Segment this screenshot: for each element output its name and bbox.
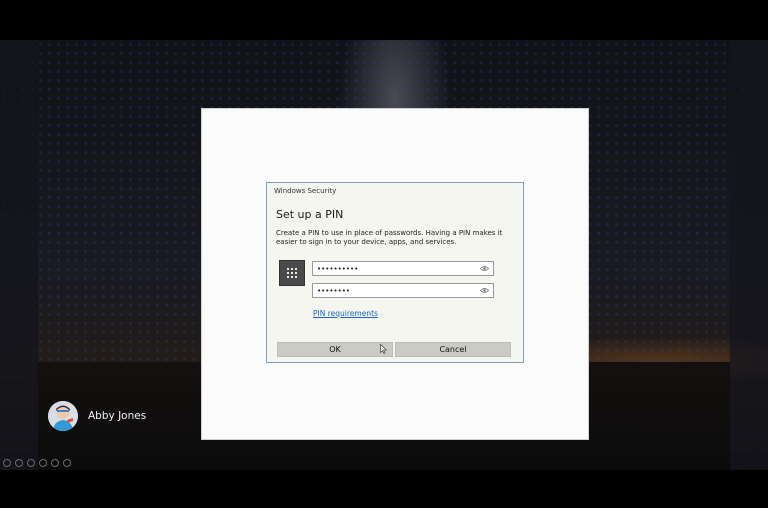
dialog-caption: Windows Security xyxy=(274,187,337,195)
eye-icon[interactable] xyxy=(480,287,489,294)
dialog-description: Create a PIN to use in place of password… xyxy=(276,229,503,246)
network-icon[interactable] xyxy=(15,459,23,467)
right-edge xyxy=(730,40,768,470)
ease-of-access-icon[interactable] xyxy=(39,459,47,467)
power-icon[interactable] xyxy=(27,459,35,467)
user-tile[interactable]: Abby Jones xyxy=(48,401,146,431)
new-pin-field[interactable] xyxy=(312,261,494,276)
lock-screen-tray xyxy=(3,459,71,467)
language-icon[interactable] xyxy=(51,459,59,467)
eye-icon[interactable] xyxy=(480,265,489,272)
mouse-cursor-icon xyxy=(380,344,387,354)
keypad-icon xyxy=(279,260,305,286)
letterbox-bottom xyxy=(0,470,768,508)
accessibility-icon[interactable] xyxy=(3,459,11,467)
confirm-pin-field[interactable] xyxy=(312,283,494,298)
left-edge xyxy=(0,40,38,470)
new-pin-input[interactable] xyxy=(317,263,477,274)
windows-security-dialog: Windows Security Set up a PIN Create a P… xyxy=(266,182,524,363)
settings-icon[interactable] xyxy=(63,459,71,467)
user-name: Abby Jones xyxy=(88,410,147,422)
user-avatar xyxy=(48,401,78,431)
letterbox-top xyxy=(0,0,768,40)
confirm-pin-input[interactable] xyxy=(317,285,477,296)
dialog-title: Set up a PIN xyxy=(276,208,344,221)
pin-requirements-link[interactable]: PIN requirements xyxy=(313,309,378,318)
ok-button[interactable]: OK xyxy=(277,342,393,357)
cancel-button[interactable]: Cancel xyxy=(395,342,511,357)
